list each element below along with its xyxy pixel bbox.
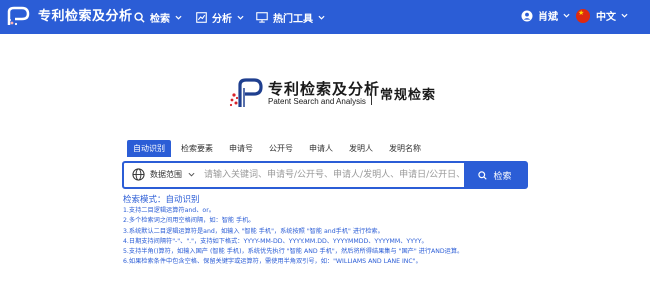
patent-logo-icon xyxy=(229,78,263,107)
china-flag-icon xyxy=(576,8,590,23)
tab-auto-detect[interactable]: 自动识别 xyxy=(127,140,171,157)
chevron-down-icon xyxy=(188,172,195,177)
data-scope-dropdown[interactable]: 数据范围 xyxy=(132,168,195,181)
user-menu[interactable]: 肖斌 xyxy=(521,8,575,23)
language-label: 中文 xyxy=(596,12,616,23)
hint-line: 6.如果检索条件中包含空格、保留关键字或运算符，需使用半角双引号，如："WILL… xyxy=(123,258,422,266)
hint-line: 4.日期支持间隔符"-"、"."，支持如下格式：YYYY-MM-DD、YYYY.… xyxy=(123,237,428,245)
hero-logo-block: 专利检索及分析 Patent Search and Analysis 常规检索 xyxy=(228,77,488,111)
chevron-down-icon xyxy=(175,15,182,20)
tab-applicant[interactable]: 申请人 xyxy=(303,140,339,157)
nav-search[interactable]: 检索 xyxy=(134,8,182,26)
hint-line: 1.支持二目逻辑运算符and、or。 xyxy=(123,207,215,214)
search-type-tabs: 自动识别 检索要素 申请号 公开号 申请人 发明人 发明名称 xyxy=(127,140,431,157)
hint-line: 5.支持半角()算符，如输入国产 (智能 手机)，系统优先执行 "智能 AND … xyxy=(123,248,464,256)
chevron-down-icon xyxy=(237,15,244,20)
tab-invention-title[interactable]: 发明名称 xyxy=(383,140,427,157)
nav-analysis-label: 分析 xyxy=(212,13,232,25)
search-mode-title: 常规检索 xyxy=(380,88,437,103)
search-button[interactable]: 检索 xyxy=(464,163,526,187)
search-bar: 数据范围 检索 xyxy=(122,161,528,189)
data-scope-label: 数据范围 xyxy=(150,170,182,179)
nav-search-label: 检索 xyxy=(150,13,170,25)
globe-icon xyxy=(132,168,145,181)
chart-icon xyxy=(196,11,207,23)
tab-application-number[interactable]: 申请号 xyxy=(223,140,259,157)
user-name: 肖斌 xyxy=(538,12,558,23)
tab-publication-number[interactable]: 公开号 xyxy=(263,140,299,157)
hint-line: 2.多个检索词之间用空格间隔，如：智能 手机。 xyxy=(123,217,255,225)
search-input[interactable] xyxy=(204,166,464,184)
tab-search-elements[interactable]: 检索要素 xyxy=(175,140,219,157)
search-mode-indicator: 检索模式：自动识别 xyxy=(123,195,200,205)
divider xyxy=(371,83,372,105)
search-hints: 1.支持二目逻辑运算符and、or。 2.多个检索词之间用空格间隔，如：智能 手… xyxy=(123,206,463,268)
chevron-down-icon xyxy=(621,13,628,18)
chevron-down-icon xyxy=(318,15,325,20)
brand-name: 专利检索及分析 xyxy=(38,9,133,24)
brand-logo-icon xyxy=(7,6,30,26)
nav-hot-tools-label: 热门工具 xyxy=(273,13,313,25)
hero-subtitle: Patent Search and Analysis xyxy=(268,97,366,106)
nav-analysis[interactable]: 分析 xyxy=(196,8,244,26)
search-button-label: 检索 xyxy=(493,171,512,182)
search-icon xyxy=(478,170,488,180)
brand[interactable]: 专利检索及分析 xyxy=(6,6,133,28)
hero-title: 专利检索及分析 xyxy=(268,80,381,98)
chevron-down-icon xyxy=(563,13,570,18)
search-icon xyxy=(134,11,145,23)
language-selector[interactable]: 中文 xyxy=(576,8,628,23)
top-nav-bar: 专利检索及分析 检索 分析 热门工具 肖斌 ★ 中文 xyxy=(0,0,650,34)
user-icon xyxy=(521,10,533,21)
hint-line: 3.系统默认二目逻辑运算符是and，如输入 "智能 手机"，系统按照 "智能 a… xyxy=(123,227,384,235)
tab-inventor[interactable]: 发明人 xyxy=(343,140,379,157)
monitor-icon xyxy=(256,11,268,23)
nav-hot-tools[interactable]: 热门工具 xyxy=(256,8,325,26)
